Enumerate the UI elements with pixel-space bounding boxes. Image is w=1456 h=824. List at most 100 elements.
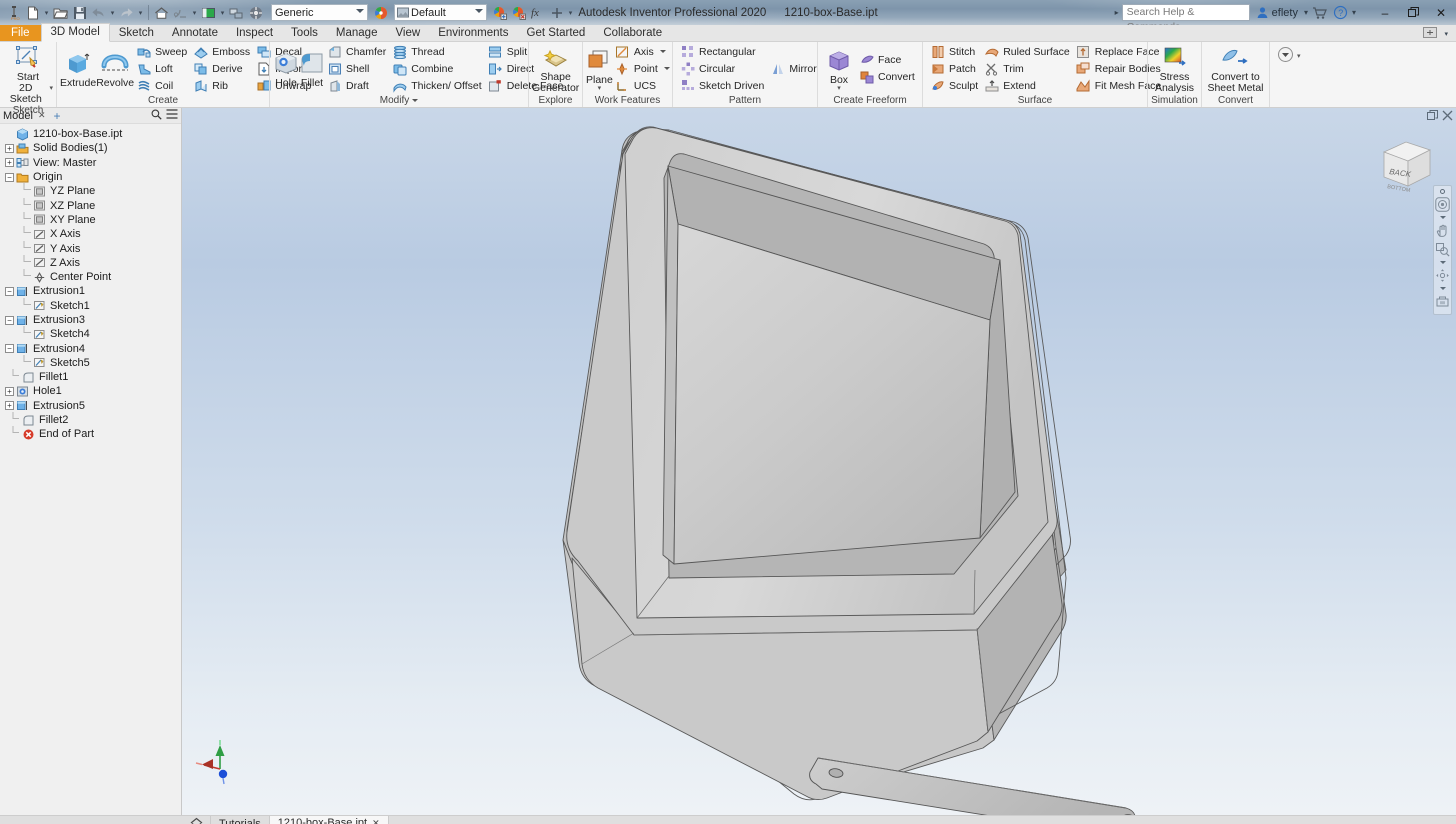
tree-node-fillet2[interactable]: Fillet2 [0,412,181,427]
viewport-close-icon[interactable] [1442,110,1453,124]
convert-sheet-metal-button[interactable]: Convert to Sheet Metal [1205,43,1266,94]
tab-tools[interactable]: Tools [282,25,327,42]
tree-node-view-master[interactable]: + View: Master [0,156,181,170]
qat-add-icon[interactable] [547,2,566,23]
component-color-button[interactable] [227,2,246,23]
rib-button[interactable]: Rib [191,77,254,94]
axis-button[interactable]: Axis [613,43,674,60]
restore-button[interactable] [1400,0,1426,25]
qat-customize-dropdown[interactable]: ▾ [566,2,575,23]
appearance-dropdown[interactable]: ▾ [218,2,227,23]
tree-node-extrusion4[interactable]: − Extrusion4 [0,341,181,355]
start-2d-sketch-button[interactable]: Start 2D Sketch ▾ [3,43,53,105]
emboss-button[interactable]: Emboss [191,43,254,60]
material-combo[interactable]: Generic [271,4,368,21]
search-icon[interactable] [151,109,162,123]
new-file-button[interactable] [23,2,42,23]
point-button[interactable]: Point [613,60,674,77]
open-file-button[interactable] [51,2,70,23]
shape-generator-button[interactable]: Shape Generator [532,43,579,94]
tree-toggle-extrusion5[interactable]: + [4,400,15,411]
hamburger-icon[interactable] [166,109,178,122]
coil-button[interactable]: Coil [134,77,191,94]
tree-toggle-solid-bodies[interactable]: + [4,143,15,154]
user-account-menu[interactable]: eflety [1252,3,1302,23]
tree-node-hole1[interactable]: + Hole1 [0,384,181,398]
tab-3d-model[interactable]: 3D Model [40,23,110,42]
home-view-button[interactable] [152,2,171,23]
fillet-button[interactable]: Fillet [299,49,325,89]
modify-panel-dropdown-icon[interactable] [412,99,419,102]
freeform-box-dropdown-icon[interactable]: ▾ [837,85,841,92]
steering-wheels-icon[interactable] [1434,196,1451,213]
tree-node-x-axis[interactable]: X Axis [0,226,181,241]
tree-node-extrusion1[interactable]: − Extrusion1 [0,284,181,298]
tree-node-sketch4[interactable]: Sketch4 [0,326,181,341]
tree-node-solid-bodies[interactable]: + Solid Bodies(1) [0,141,181,155]
tree-toggle-hole1[interactable]: + [4,386,15,397]
tab-tutorials[interactable]: Tutorials [211,816,270,824]
tab-get-started[interactable]: Get Started [518,25,595,42]
thread-button[interactable]: Thread [390,43,485,60]
orbit-icon[interactable] [1434,267,1451,284]
sweep-button[interactable]: Sweep [134,43,191,60]
appearance-combo[interactable]: Default [394,4,487,21]
revolve-button[interactable]: Revolve [96,49,134,89]
viewport-restore-icon[interactable] [1427,110,1438,124]
tree-toggle-view-master[interactable]: + [4,157,15,168]
search-input[interactable]: Search Help & Commands... [1121,4,1250,25]
help-icon[interactable]: ? [1331,2,1350,23]
chamfer-button[interactable]: Chamfer [325,43,390,60]
steering-wheel-settings-icon[interactable] [1434,189,1451,194]
tab-1210-box-base[interactable]: 1210-box-Base.ipt ✕ [269,816,389,824]
tree-node-origin[interactable]: − Origin [0,170,181,184]
zoom-icon[interactable] [1434,241,1451,258]
tree-node-center-point[interactable]: Center Point [0,269,181,284]
sketch-visibility-button[interactable] [171,2,190,23]
undo-dropdown[interactable]: ▾ [108,2,117,23]
plane-button[interactable]: Plane ▾ [586,46,613,92]
minimize-button[interactable]: – [1372,0,1398,25]
home-tab[interactable] [183,816,211,824]
tree-toggle-extrusion4[interactable]: − [4,343,15,354]
tab-annotate[interactable]: Annotate [163,25,227,42]
tab-collaborate[interactable]: Collaborate [594,25,671,42]
tree-toggle-extrusion1[interactable]: − [4,286,15,297]
plane-dropdown-icon[interactable]: ▾ [598,85,602,92]
panel-label-modify[interactable]: Modify [271,94,527,107]
orbit-dropdown[interactable] [1434,286,1451,291]
undo-button[interactable] [89,2,108,23]
adjust-appearance-icon[interactable] [490,2,509,23]
clear-appearance-override-icon[interactable] [509,2,528,23]
clean-screen-button[interactable] [246,2,265,23]
new-file-dropdown[interactable]: ▾ [42,2,51,23]
shell-button[interactable]: Shell [325,60,390,77]
tree-node-extrusion3[interactable]: − Extrusion3 [0,313,181,327]
appearance-button[interactable] [199,2,218,23]
search-expand-icon[interactable]: ▸ [1115,8,1120,17]
view-cube[interactable]: BACK BOTTOM [1370,130,1442,202]
close-icon[interactable]: ✕ [372,818,380,824]
tree-toggle-origin[interactable]: − [4,172,15,183]
zoom-dropdown[interactable] [1434,260,1451,265]
graphics-viewport[interactable]: BACK BOTTOM [182,108,1456,815]
steering-wheels-dropdown[interactable] [1434,215,1451,220]
freeform-convert-button[interactable]: Convert [857,69,919,86]
pan-icon[interactable] [1434,222,1451,239]
model-3d-enclosure[interactable] [182,108,1456,815]
mirror-button[interactable]: Mirror [768,60,820,77]
point-dropdown-icon[interactable] [663,67,670,70]
tree-node-z-axis[interactable]: Z Axis [0,254,181,270]
tree-node-xz-plane[interactable]: XZ Plane [0,197,181,212]
tab-inspect[interactable]: Inspect [227,25,282,42]
trim-button[interactable]: Trim [982,60,1074,77]
ribbon-overflow-icon[interactable] [1277,46,1294,66]
tree-node-fillet1[interactable]: Fillet1 [0,369,181,384]
material-palette-icon[interactable] [371,2,390,23]
tree-node-xy-plane[interactable]: XY Plane [0,211,181,227]
tree-node-end-of-part[interactable]: End of Part [0,426,181,441]
freeform-face-button[interactable]: Face [857,52,919,69]
extend-button[interactable]: Extend [982,77,1074,94]
sketch-visibility-dropdown[interactable]: ▾ [190,2,199,23]
help-menu-caret[interactable]: ▾ [1352,8,1356,17]
